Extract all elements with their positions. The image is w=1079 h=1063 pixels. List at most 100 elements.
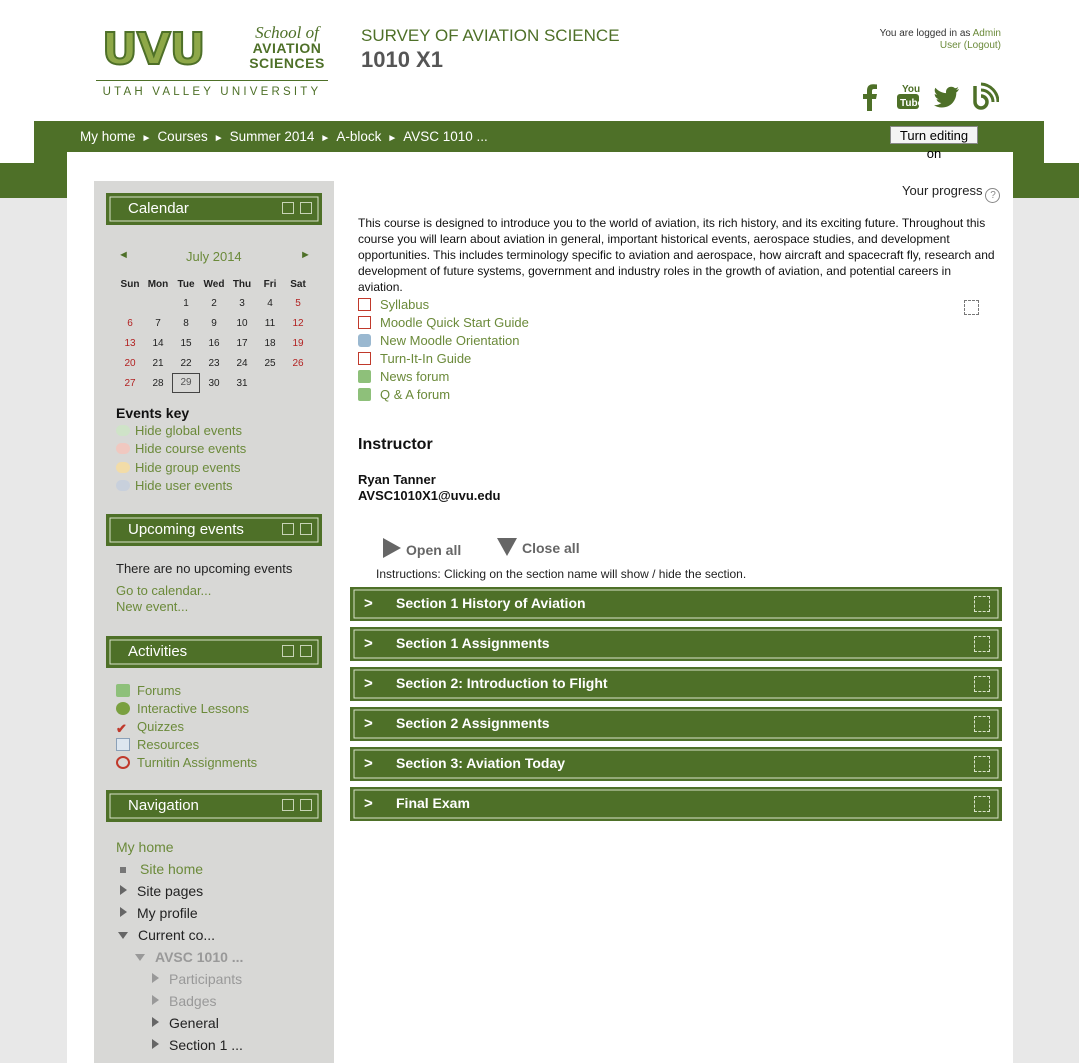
calendar-day: 9 <box>211 317 217 329</box>
nav-participants[interactable]: Participants <box>152 971 242 987</box>
section-title: Section 1 Assignments <box>396 635 550 651</box>
course-title: SURVEY OF AVIATION SCIENCE <box>361 26 620 45</box>
minimize-icon[interactable] <box>282 799 294 811</box>
hide-global-events-label: Hide global events <box>135 423 242 438</box>
section-checkbox[interactable] <box>974 756 990 772</box>
nav-site-home[interactable]: Site home <box>120 861 203 877</box>
goto-calendar-link[interactable]: Go to calendar... <box>116 583 211 598</box>
close-all-label: Close all <box>522 540 580 556</box>
completion-checkbox[interactable] <box>964 300 979 315</box>
calendar-week: 20 21 22 23 24 25 26 <box>116 353 312 373</box>
activity-lessons[interactable]: Interactive Lessons <box>116 701 249 716</box>
nav-course[interactable]: AVSC 1010 ... <box>135 949 243 965</box>
section-header[interactable]: > Section 1 History of Aviation <box>350 587 1002 621</box>
blog-icon[interactable] <box>969 82 999 112</box>
hide-group-events[interactable]: Hide group events <box>116 460 241 475</box>
nav-general-label: General <box>169 1015 219 1031</box>
facebook-icon[interactable] <box>855 82 885 112</box>
calendar-day: 5 <box>295 297 301 309</box>
resource-qa-forum[interactable]: Q & A forum <box>358 387 450 402</box>
crumb-separator-icon: ► <box>387 133 398 144</box>
section-header[interactable]: > Section 3: Aviation Today <box>350 747 1002 781</box>
activity-quizzes[interactable]: ✔ Quizzes <box>116 719 184 735</box>
calendar-block-header[interactable]: Calendar <box>106 193 322 225</box>
activities-block-header[interactable]: Activities <box>106 636 322 668</box>
calendar-day: 23 <box>208 357 220 369</box>
calendar-week: 13 14 15 16 17 18 19 <box>116 333 312 353</box>
dock-icon[interactable] <box>300 645 312 657</box>
activity-turnitin[interactable]: Turnitin Assignments <box>116 755 257 770</box>
nav-site-pages[interactable]: Site pages <box>120 883 203 899</box>
upcoming-block-header[interactable]: Upcoming events <box>106 514 322 546</box>
nav-my-profile[interactable]: My profile <box>120 905 198 921</box>
activity-resources[interactable]: Resources <box>116 737 199 752</box>
resource-turnitin-guide[interactable]: Turn-It-In Guide <box>358 351 471 366</box>
hide-course-events[interactable]: Hide course events <box>116 441 246 456</box>
events-key-heading: Events key <box>116 405 190 421</box>
uvu-logo[interactable]: UVU School of AVIATION SCIENCES UTAH VAL… <box>96 24 330 104</box>
help-icon[interactable]: ? <box>985 188 1001 203</box>
nav-section-1[interactable]: Section 1 ... <box>152 1037 243 1053</box>
dock-icon[interactable] <box>300 799 312 811</box>
section-checkbox[interactable] <box>974 596 990 612</box>
section-checkbox[interactable] <box>974 716 990 732</box>
section-checkbox[interactable] <box>974 636 990 652</box>
login-prefix: You are logged in as <box>879 28 971 39</box>
hide-global-events[interactable]: Hide global events <box>116 423 242 438</box>
calendar-day: 30 <box>208 377 220 389</box>
crumb-course[interactable]: AVSC 1010 ... <box>403 129 488 144</box>
resource-news-forum[interactable]: News forum <box>358 369 449 384</box>
section-checkbox[interactable] <box>974 796 990 812</box>
calendar-prev-month-icon[interactable]: ◄ <box>118 249 129 261</box>
resource-quick-start[interactable]: Moodle Quick Start Guide <box>358 315 529 330</box>
section-instructions: Instructions: Clicking on the section na… <box>376 567 747 581</box>
weekday-sat: Sat <box>290 278 306 290</box>
close-all-button[interactable]: Close all <box>497 538 580 556</box>
nav-badges[interactable]: Badges <box>152 993 216 1009</box>
section-title: Section 3: Aviation Today <box>396 755 566 771</box>
new-event-link[interactable]: New event... <box>116 599 188 614</box>
logout-link[interactable]: (Logout) <box>964 40 1001 51</box>
instructor-heading: Instructor <box>358 436 433 453</box>
collapse-arrow-icon <box>118 932 128 939</box>
crumb-courses[interactable]: Courses <box>157 129 207 144</box>
hide-user-events[interactable]: Hide user events <box>116 478 233 493</box>
calendar-week: 1 2 3 4 5 <box>116 293 312 313</box>
minimize-icon[interactable] <box>282 202 294 214</box>
section-header[interactable]: > Section 2 Assignments <box>350 707 1002 741</box>
navigation-block-header[interactable]: Navigation <box>106 790 322 822</box>
crumb-summer[interactable]: Summer 2014 <box>230 129 315 144</box>
minimize-icon[interactable] <box>282 523 294 535</box>
dock-icon[interactable] <box>300 202 312 214</box>
resource-orientation-label: New Moodle Orientation <box>380 333 520 348</box>
resource-syllabus[interactable]: Syllabus <box>358 297 429 312</box>
breadcrumb: My home ► Courses ► Summer 2014 ► A-block ► AVSC… <box>80 129 488 144</box>
section-header[interactable]: > Section 2: Introduction to Flight <box>350 667 1002 701</box>
activity-forums[interactable]: Forums <box>116 683 181 698</box>
open-all-button[interactable]: Open all <box>383 538 461 558</box>
user-link-last[interactable]: User <box>940 40 961 51</box>
twitter-icon[interactable] <box>931 82 961 112</box>
nav-general[interactable]: General <box>152 1015 219 1031</box>
dock-icon[interactable] <box>300 523 312 535</box>
nav-current-courses-label: Current co... <box>138 927 216 943</box>
turn-editing-on-button[interactable]: Turn editing on <box>890 126 978 161</box>
calendar-day <box>284 373 312 393</box>
calendar-next-month-icon[interactable]: ► <box>300 249 311 261</box>
nav-current-courses[interactable]: Current co... <box>118 927 215 943</box>
calendar-day: 3 <box>239 297 245 309</box>
calendar-day: 19 <box>292 337 304 349</box>
youtube-icon[interactable]: You Tube <box>893 82 923 112</box>
calendar-today[interactable]: 29 <box>172 373 200 393</box>
nav-course-label: AVSC 1010 ... <box>155 949 244 965</box>
user-link-first[interactable]: Admin <box>973 28 1001 39</box>
section-checkbox[interactable] <box>974 676 990 692</box>
nav-my-home[interactable]: My home <box>116 839 174 855</box>
section-header[interactable]: > Final Exam <box>350 787 1002 821</box>
calendar-month[interactable]: July 2014 <box>186 249 242 264</box>
crumb-a-block[interactable]: A-block <box>336 129 381 144</box>
minimize-icon[interactable] <box>282 645 294 657</box>
crumb-my-home[interactable]: My home <box>80 129 136 144</box>
section-header[interactable]: > Section 1 Assignments <box>350 627 1002 661</box>
resource-orientation[interactable]: New Moodle Orientation <box>358 333 519 348</box>
